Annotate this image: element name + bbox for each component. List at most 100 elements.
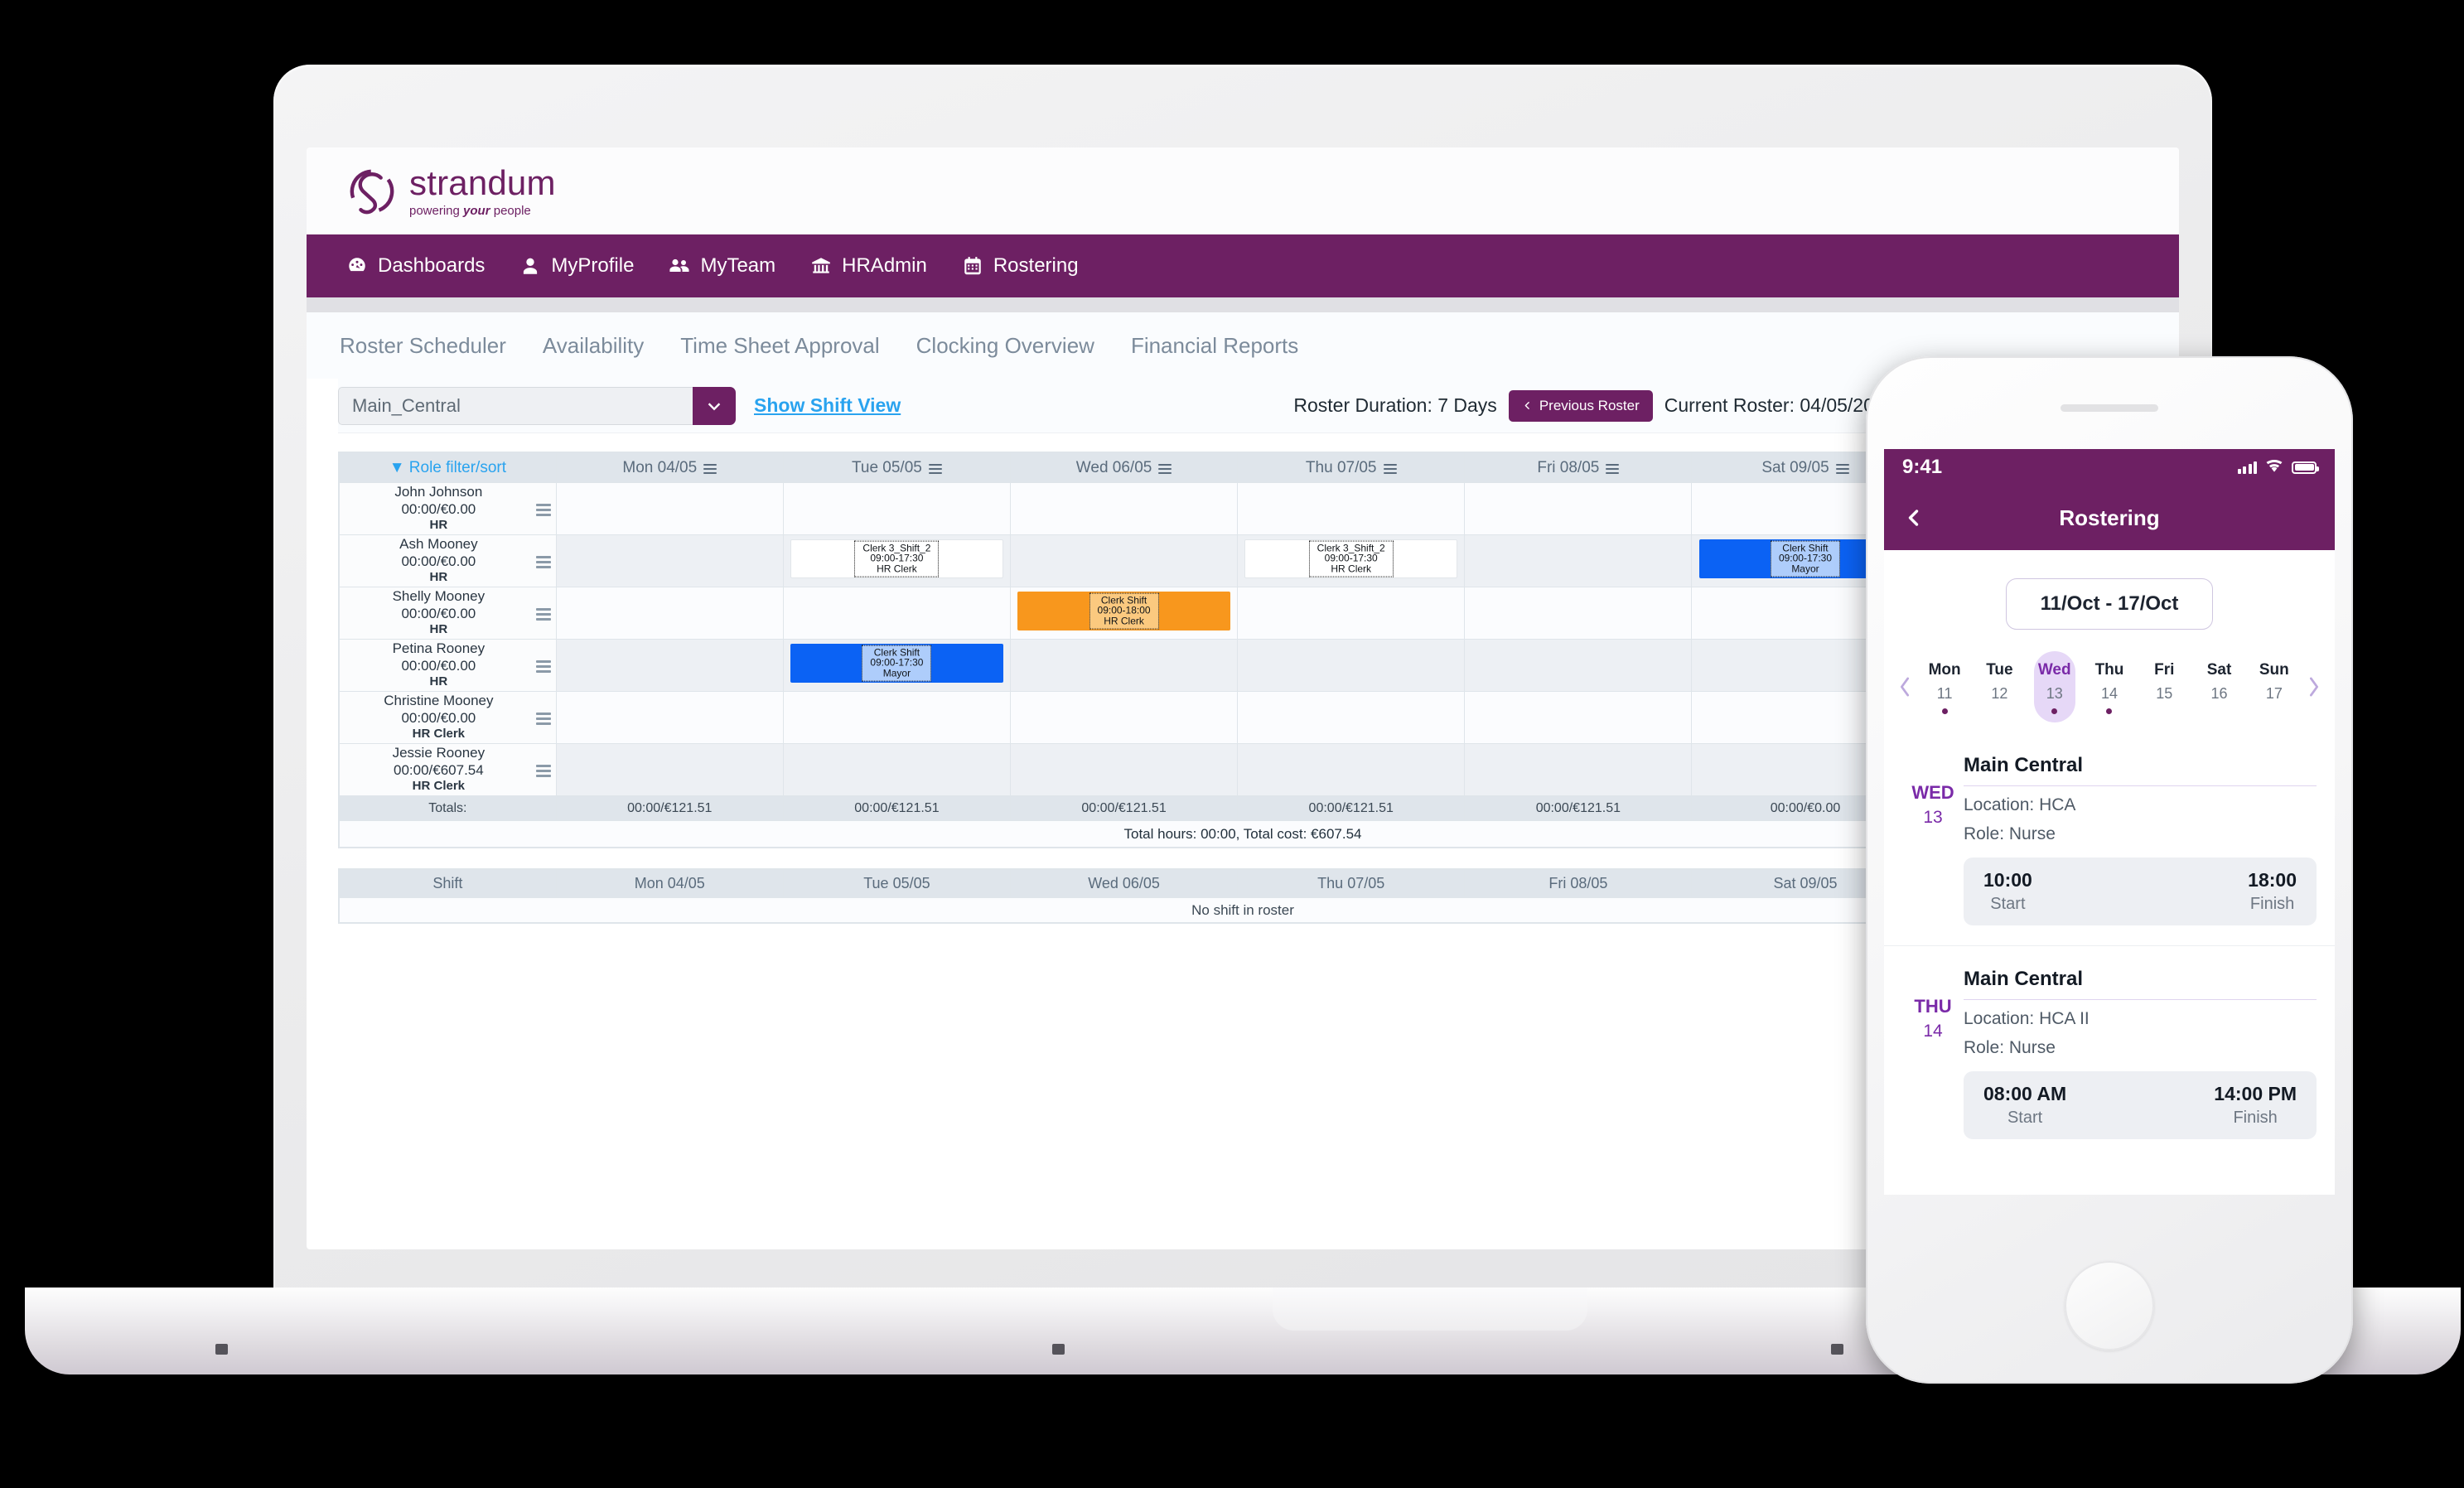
shift-card[interactable]: THU 14 Main Central Location: HCA II Role: N… xyxy=(1884,945,2335,1159)
roster-cell[interactable]: Clerk Shift 09:00-18:00 HR Clerk xyxy=(1009,587,1239,640)
roster-cell[interactable] xyxy=(555,743,784,796)
roster-cell[interactable] xyxy=(1009,482,1239,535)
day-header-label: Wed 06/05 xyxy=(1075,458,1152,476)
roster-cell[interactable] xyxy=(555,639,784,692)
next-week-icon[interactable] xyxy=(2302,674,2326,699)
week-day-sun[interactable]: Sun 17 xyxy=(2254,651,2295,722)
shift-details: Clerk Shift 09:00-18:00 HR Clerk xyxy=(1089,592,1159,630)
column-menu-icon[interactable] xyxy=(1383,463,1397,474)
roster-cell[interactable] xyxy=(782,482,1012,535)
nav-item-rostering[interactable]: Rostering xyxy=(962,254,1079,278)
week-day-fri[interactable]: Fri 15 xyxy=(2143,651,2185,722)
tab-financial-reports[interactable]: Financial Reports xyxy=(1131,333,1298,359)
total-fri: 00:00/€121.51 xyxy=(1464,795,1693,821)
column-menu-icon[interactable] xyxy=(928,463,942,474)
row-menu-icon[interactable] xyxy=(535,608,551,621)
finish-block: 14:00 PM Finish xyxy=(2214,1083,2297,1128)
home-button[interactable] xyxy=(2065,1261,2154,1350)
employee-cell[interactable]: Petina Rooney 00:00/€0.00 HR xyxy=(339,639,557,692)
tab-time-sheet-approval[interactable]: Time Sheet Approval xyxy=(680,333,879,359)
roster-cell[interactable] xyxy=(782,691,1012,744)
column-menu-icon[interactable] xyxy=(1606,463,1620,474)
chevron-down-icon[interactable] xyxy=(693,386,736,425)
show-shift-view-link[interactable]: Show Shift View xyxy=(754,394,901,417)
roster-cell[interactable] xyxy=(555,534,784,587)
roster-cell[interactable] xyxy=(1464,743,1693,796)
day-header-wed[interactable]: Wed 06/05 xyxy=(1009,452,1239,483)
roster-cell[interactable] xyxy=(1237,639,1466,692)
roster-cell[interactable] xyxy=(1464,534,1693,587)
employee-cell[interactable]: Ash Mooney 00:00/€0.00 HR xyxy=(339,534,557,587)
row-menu-icon[interactable] xyxy=(535,765,551,777)
roster-cell[interactable] xyxy=(555,587,784,640)
roster-cell[interactable] xyxy=(1464,691,1693,744)
column-menu-icon[interactable] xyxy=(703,463,717,474)
roster-cell[interactable] xyxy=(1237,743,1466,796)
previous-week-icon[interactable] xyxy=(1892,674,1917,699)
week-day-sat[interactable]: Sat 16 xyxy=(2199,651,2240,722)
tab-availability[interactable]: Availability xyxy=(543,333,644,359)
row-menu-icon[interactable] xyxy=(535,713,551,725)
roster-cell[interactable]: Clerk 3_Shift_2 09:00-17:30 HR Clerk xyxy=(1237,534,1466,587)
role-filter-sort-button[interactable]: ▼ Role filter/sort xyxy=(339,452,557,483)
nav-item-myprofile[interactable]: MyProfile xyxy=(519,254,634,278)
shift-block[interactable]: Clerk Shift 09:00-18:00 HR Clerk xyxy=(1017,592,1230,630)
employee-cell[interactable]: Shelly Mooney 00:00/€0.00 HR xyxy=(339,587,557,640)
shift-indicator-dot xyxy=(2106,708,2113,714)
week-day-name: Sun xyxy=(2259,661,2289,679)
day-header-mon[interactable]: Mon 04/05 xyxy=(555,452,784,483)
shift-block[interactable]: Clerk 3_Shift_2 09:00-17:30 HR Clerk xyxy=(1244,539,1458,578)
roster-cell[interactable] xyxy=(1009,691,1239,744)
roster-cell[interactable] xyxy=(1464,587,1693,640)
week-day-wed[interactable]: Wed 13 xyxy=(2033,651,2075,722)
nav-item-hradmin[interactable]: HRAdmin xyxy=(810,254,927,278)
finish-time: 14:00 PM xyxy=(2214,1083,2297,1104)
column-menu-icon[interactable] xyxy=(1835,463,1849,474)
date-range-selector[interactable]: 11/Oct - 17/Oct xyxy=(2006,578,2213,630)
roster-cell[interactable] xyxy=(1009,639,1239,692)
roster-cell[interactable] xyxy=(1464,639,1693,692)
roster-cell[interactable]: Clerk Shift 09:00-17:30 Mayor xyxy=(782,639,1012,692)
tab-roster-scheduler[interactable]: Roster Scheduler xyxy=(340,333,506,359)
day-header-thu[interactable]: Thu 07/05 xyxy=(1237,452,1466,483)
roster-cell[interactable] xyxy=(1009,534,1239,587)
week-day-thu[interactable]: Thu 14 xyxy=(2089,651,2130,722)
roster-cell[interactable] xyxy=(1237,691,1466,744)
roster-cell[interactable] xyxy=(782,587,1012,640)
column-menu-icon[interactable] xyxy=(1158,463,1172,474)
logo[interactable]: strandum powering your people xyxy=(348,165,556,217)
previous-roster-button[interactable]: Previous Roster xyxy=(1508,389,1653,422)
nav-item-myteam[interactable]: MyTeam xyxy=(669,254,775,278)
card-role: Role: Nurse xyxy=(1964,1038,2056,1057)
row-menu-icon[interactable] xyxy=(535,660,551,673)
chevron-left-icon[interactable] xyxy=(1904,508,1924,528)
employee-cell[interactable]: Jessie Rooney 00:00/€607.54 HR Clerk xyxy=(339,743,557,796)
tab-clocking-overview[interactable]: Clocking Overview xyxy=(916,333,1094,359)
roster-cell[interactable] xyxy=(555,691,784,744)
card-day-name: WED xyxy=(1911,782,1954,803)
employee-cell[interactable]: Christine Mooney 00:00/€0.00 HR Clerk xyxy=(339,691,557,744)
employee-name: John Johnson xyxy=(394,484,483,500)
roster-duration-label: Roster Duration: 7 Days xyxy=(1293,394,1497,416)
day-header-fri[interactable]: Fri 08/05 xyxy=(1464,452,1693,483)
roster-cell[interactable] xyxy=(1237,482,1466,535)
roster-cell[interactable] xyxy=(782,743,1012,796)
day-header-tue[interactable]: Tue 05/05 xyxy=(782,452,1012,483)
shift-card[interactable]: WED 13 Main Central Location: HCA Role: Nurs… xyxy=(1884,732,2335,945)
location-select[interactable]: Main_Central xyxy=(338,386,736,425)
shift-role: Mayor xyxy=(882,667,911,679)
week-day-mon[interactable]: Mon 11 xyxy=(1924,651,1965,722)
employee-cell[interactable]: John Johnson 00:00/€0.00 HR xyxy=(339,482,557,535)
card-times: 10:00 Start 18:00 Finish xyxy=(1964,858,2317,925)
shift-block[interactable]: Clerk 3_Shift_2 09:00-17:30 HR Clerk xyxy=(790,539,1003,578)
roster-cell[interactable]: Clerk 3_Shift_2 09:00-17:30 HR Clerk xyxy=(782,534,1012,587)
roster-cell[interactable] xyxy=(555,482,784,535)
shift-block[interactable]: Clerk Shift 09:00-17:30 Mayor xyxy=(790,644,1003,683)
row-menu-icon[interactable] xyxy=(535,556,551,568)
roster-cell[interactable] xyxy=(1237,587,1466,640)
week-day-tue[interactable]: Tue 12 xyxy=(1978,651,2020,722)
nav-item-dashboards[interactable]: Dashboards xyxy=(346,254,485,278)
roster-cell[interactable] xyxy=(1009,743,1239,796)
roster-cell[interactable] xyxy=(1464,482,1693,535)
row-menu-icon[interactable] xyxy=(535,504,551,516)
